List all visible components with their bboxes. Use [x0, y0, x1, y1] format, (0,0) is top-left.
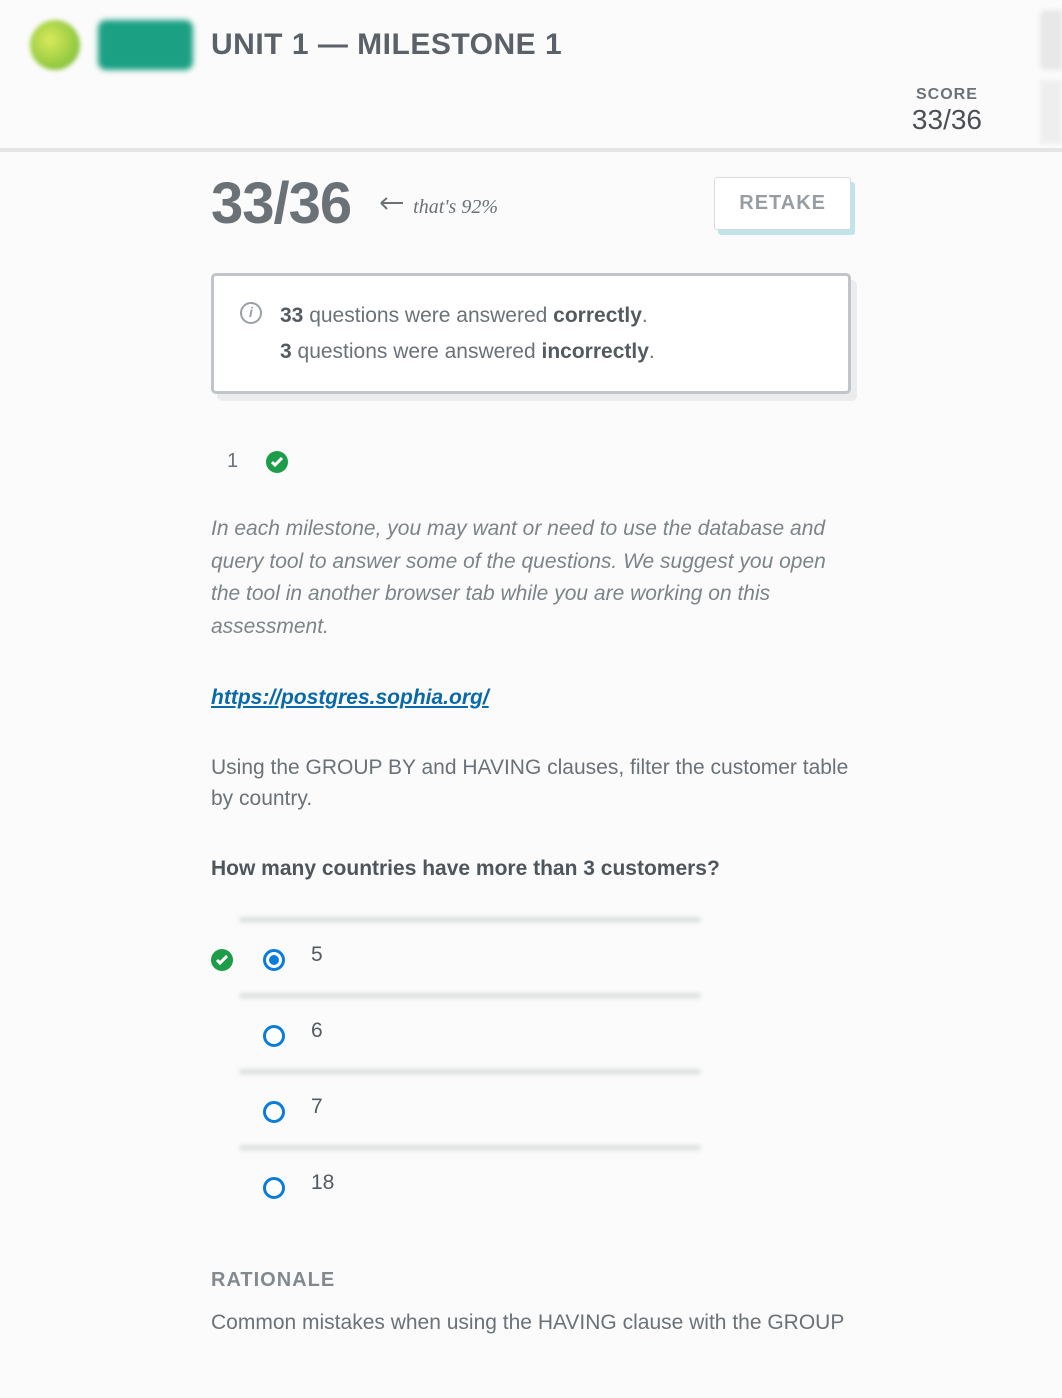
option-3[interactable]: 7: [211, 1069, 851, 1145]
question-number: 1: [227, 450, 238, 473]
brand-logo: [30, 20, 80, 70]
score-label: SCORE: [912, 86, 982, 104]
header-stub: [1040, 10, 1062, 70]
radio-icon[interactable]: [263, 1177, 285, 1199]
scorebar-stub: [1040, 80, 1062, 144]
page-title: UNIT 1 — MILESTONE 1: [211, 28, 562, 62]
option-text: 7: [311, 1095, 323, 1118]
incorrect-count: 3: [280, 340, 292, 363]
options-list: 5 6 7 18: [211, 917, 851, 1221]
correct-check-icon: [211, 949, 233, 971]
summary-infobox: i 33 questions were answered correctly. …: [211, 273, 851, 394]
option-2[interactable]: 6: [211, 993, 851, 1069]
option-1[interactable]: 5: [211, 917, 851, 993]
rationale-heading: RATIONALE: [211, 1269, 851, 1292]
radio-icon[interactable]: [263, 1101, 285, 1123]
option-divider: [239, 993, 701, 999]
percent-note: that's 92%: [375, 196, 498, 219]
option-text: 6: [311, 1019, 323, 1042]
option-text: 5: [311, 943, 323, 966]
option-divider: [239, 1145, 701, 1151]
radio-icon[interactable]: [263, 949, 285, 971]
question-instruction: Using the GROUP BY and HAVING clauses, f…: [211, 752, 851, 815]
correct-count: 33: [280, 304, 303, 327]
info-icon: i: [240, 302, 262, 324]
option-text: 18: [311, 1171, 334, 1194]
percent-text: that's 92%: [413, 196, 498, 219]
rationale-text: Common mistakes when using the HAVING cl…: [211, 1308, 851, 1338]
question-intro: In each milestone, you may want or need …: [211, 513, 851, 643]
option-4[interactable]: 18: [211, 1145, 851, 1221]
check-icon: [266, 451, 288, 473]
question-prompt: How many countries have more than 3 cust…: [211, 857, 851, 881]
retake-button[interactable]: RETAKE: [714, 177, 851, 230]
option-divider: [239, 1069, 701, 1075]
tool-link[interactable]: https://postgres.sophia.org/: [211, 686, 489, 710]
option-divider: [239, 917, 701, 923]
big-score: 33/36: [211, 170, 351, 237]
radio-icon[interactable]: [263, 1025, 285, 1047]
score-value: 33/36: [912, 104, 982, 136]
reply-arrow-icon: [375, 197, 405, 217]
brand-pill: [98, 20, 193, 70]
